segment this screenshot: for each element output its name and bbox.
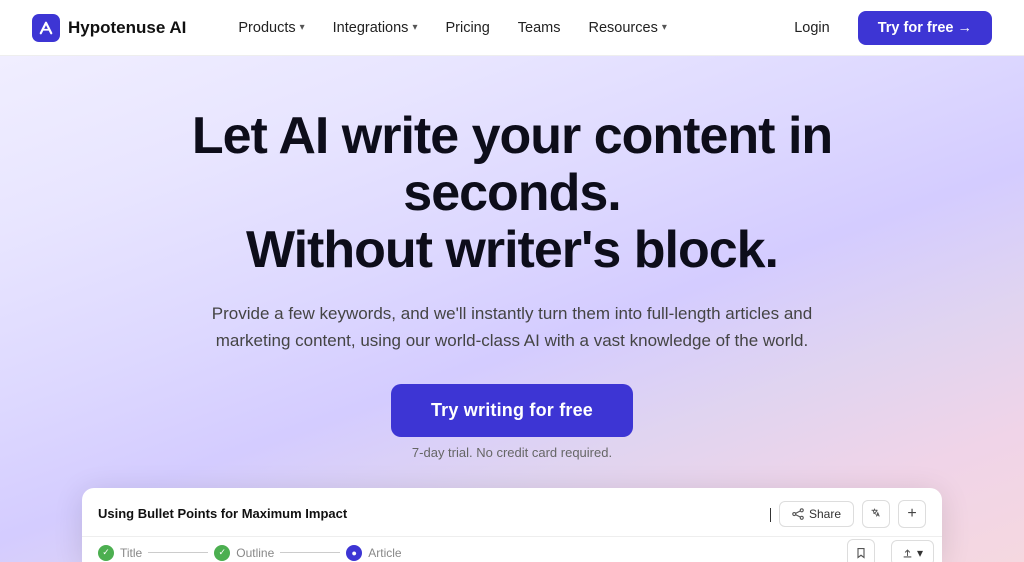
nav-item-products[interactable]: Products ▾ — [226, 14, 316, 42]
nav-item-pricing[interactable]: Pricing — [433, 14, 501, 42]
navbar: Hypotenuse AI Products ▾ Integrations ▾ … — [0, 0, 1024, 56]
upload-icon — [902, 548, 913, 559]
step-title-dot: ✓ — [98, 545, 114, 561]
bookmark-button[interactable] — [847, 539, 875, 562]
nav-links: Products ▾ Integrations ▾ Pricing Teams … — [226, 14, 778, 42]
step-line-2 — [280, 552, 340, 553]
step-line-1 — [148, 552, 208, 553]
step-article-dot: ● — [346, 545, 362, 561]
share-button[interactable]: Share — [779, 501, 854, 527]
hero-section: Let AI write your content in seconds. Wi… — [0, 56, 1024, 562]
card-steps: ✓ Title ✓ Outline ● Article — [82, 537, 418, 562]
nav-item-teams[interactable]: Teams — [506, 14, 573, 42]
translate-button[interactable] — [862, 500, 890, 528]
card-header-right: Share + — [770, 500, 926, 528]
hero-heading: Let AI write your content in seconds. Wi… — [102, 108, 922, 280]
hero-subtext: Provide a few keywords, and we'll instan… — [202, 300, 822, 354]
logo-icon — [32, 14, 60, 42]
cta-subtext: 7-day trial. No credit card required. — [412, 445, 612, 460]
add-button[interactable]: + — [898, 500, 926, 528]
cta-area: Try writing for free 7-day trial. No cre… — [391, 384, 633, 460]
cta-button[interactable]: Try writing for free — [391, 384, 633, 437]
nav-item-resources[interactable]: Resources ▾ — [577, 14, 679, 42]
cursor-blink — [770, 508, 771, 522]
upload-button[interactable]: ▾ — [891, 540, 934, 562]
chevron-down-icon: ▾ — [662, 22, 667, 33]
step-outline-dot: ✓ — [214, 545, 230, 561]
card-title: Using Bullet Points for Maximum Impact — [98, 506, 347, 521]
step-outline: ✓ Outline — [214, 545, 274, 561]
nav-item-integrations[interactable]: Integrations ▾ — [321, 14, 430, 42]
translate-icon — [870, 507, 883, 520]
try-for-free-button[interactable]: Try for free → — [858, 11, 992, 45]
card-header: Using Bullet Points for Maximum Impact S… — [82, 488, 942, 537]
step-title: ✓ Title — [98, 545, 142, 561]
nav-actions: Login Try for free → — [778, 11, 992, 45]
chevron-down-icon: ▾ — [300, 22, 305, 33]
bookmark-icon — [855, 547, 867, 559]
preview-card: Using Bullet Points for Maximum Impact S… — [82, 488, 942, 562]
login-button[interactable]: Login — [778, 12, 845, 44]
logo-text: Hypotenuse AI — [68, 18, 186, 38]
share-icon — [792, 508, 804, 520]
chevron-down-icon: ▾ — [412, 22, 417, 33]
step-article: ● Article — [346, 545, 401, 561]
logo[interactable]: Hypotenuse AI — [32, 14, 186, 42]
cursor-field — [770, 506, 771, 522]
